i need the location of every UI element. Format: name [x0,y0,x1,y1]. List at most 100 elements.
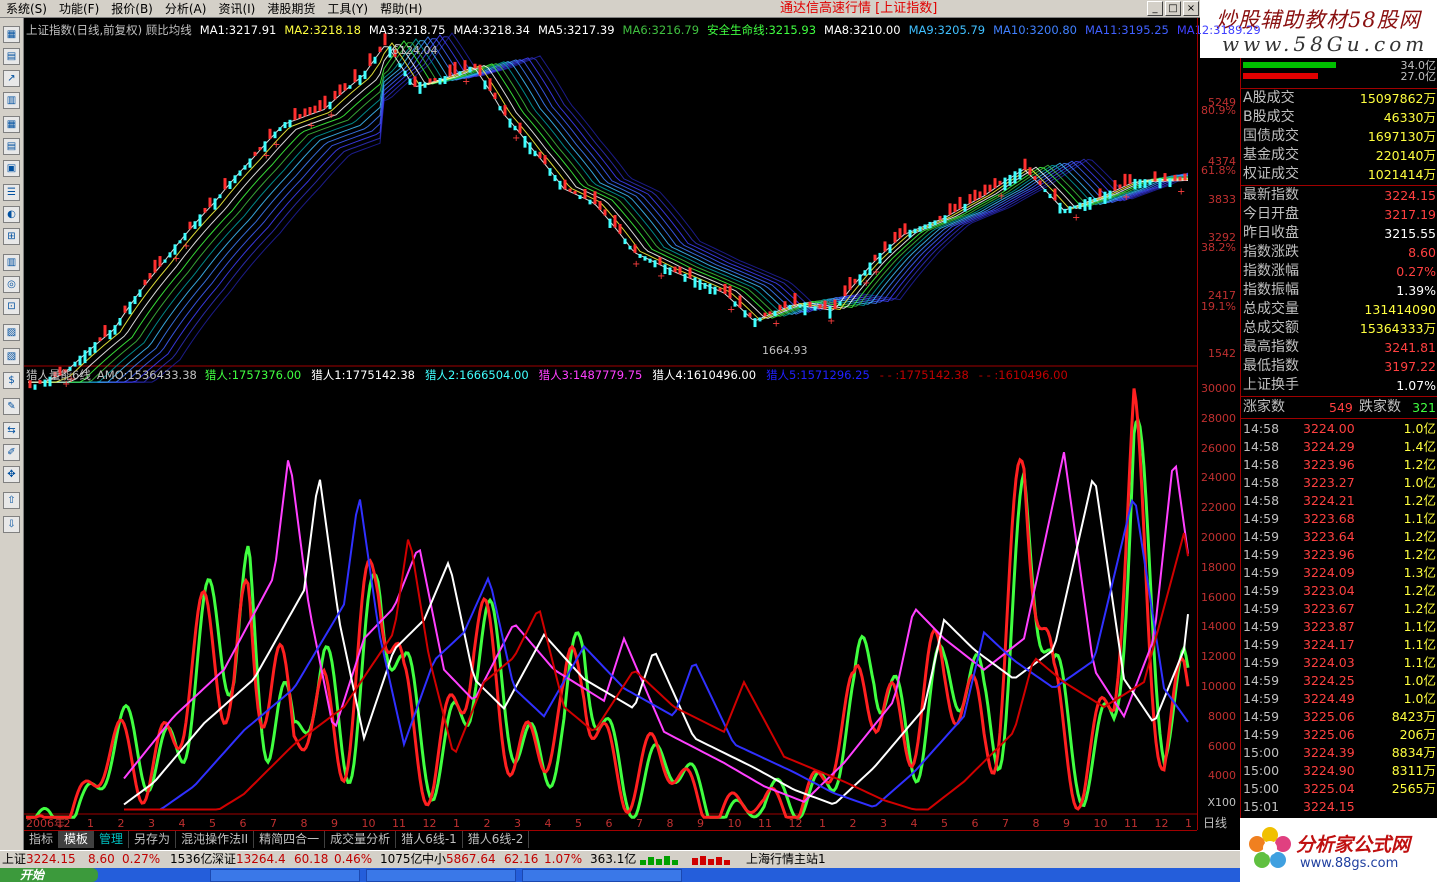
minimize-button[interactable]: _ [1147,1,1163,16]
row-label: B股成交 [1243,109,1295,125]
tick-time: 14:59 [1243,673,1280,688]
price-candle [443,76,447,84]
tick-price: 3223.67 [1303,601,1355,616]
price-candle [78,355,82,366]
toolbar-button-icon[interactable]: ▦ [3,116,20,133]
tab-indicator[interactable]: 成交量分析 [325,831,397,848]
date-axis-label: 3 [514,817,521,830]
price-candle [833,299,837,310]
taskbar-item[interactable] [522,869,682,882]
summary-bar-fill [1243,73,1318,79]
maximize-button[interactable]: □ [1165,1,1181,16]
tab-indicator[interactable]: 模板 [59,831,95,848]
tick-volume: 1.3亿 [1403,565,1436,580]
toolbar-button-icon[interactable]: ◎ [3,276,20,293]
indicator-tabs: 指标 模板 管理 另存为 混沌操作法II 精简四合一 成交量分析 猎人6线-1 猎人6线-2 [24,830,1197,848]
toolbar-button-icon[interactable]: ⇆ [3,422,20,439]
menu-item[interactable]: 港股期货 [261,0,321,18]
menu-item[interactable]: 工具(Y) [321,0,374,18]
tab-indicator[interactable]: 猎人6线-1 [396,831,463,848]
menu-item[interactable]: 分析(A) [159,0,213,18]
toolbar-button-icon[interactable]: ▤ [3,48,20,65]
close-button[interactable]: × [1183,1,1199,16]
toolbar-button-icon[interactable]: ✐ [3,444,20,461]
price-candle [628,245,632,250]
tick-price: 3225.06 [1303,709,1355,724]
tab-indicator[interactable]: 另存为 [129,831,177,848]
price-candle [903,223,907,235]
tick-row: 14:59 3223.67 1.2亿 [1243,600,1436,618]
menu-item[interactable]: 系统(S) [0,0,53,18]
tick-time: 14:58 [1243,457,1280,472]
toolbar-button-icon[interactable]: ▤ [3,138,20,155]
price-candle [98,337,102,342]
toolbar-button-icon[interactable]: ▦ [3,26,20,43]
ma-legend-item: MA4:3218.34 [453,23,530,37]
toolbar-button-icon[interactable]: ⊞ [3,228,20,245]
toolbar-button-icon[interactable]: ⇩ [3,516,20,533]
toolbar-button-icon[interactable]: ▥ [3,254,20,271]
chart-canvas[interactable]: ++++++++++++++ ++++++ +6124.041664.932006年… [24,18,1197,830]
volume-row: 国债成交 1697130万 [1243,127,1436,146]
row-value: 46330万 [1383,110,1436,125]
tab-indicator[interactable]: 精简四合一 [254,831,326,848]
chart-area[interactable]: + + + + + + + + + + + + + + + + + + + + +6124.04 1664.93 2006年… [24,18,1261,830]
price-candle [1078,202,1082,210]
toolbar-button-icon[interactable]: ↗ [3,70,20,87]
price-candle [558,180,562,190]
volume-axis-tick: 14000 [1201,620,1236,634]
price-candle [538,151,542,159]
toolbar-button-icon[interactable]: ▣ [3,160,20,177]
toolbar-button-icon[interactable]: ⇧ [3,492,20,509]
toolbar-button-icon[interactable]: ▧ [3,348,20,365]
price-candle [198,214,202,227]
toolbar-button-icon[interactable]: ▨ [3,324,20,341]
tick-time: 14:59 [1243,529,1280,544]
menu-item[interactable]: 报价(B) [105,0,159,18]
toolbar-button-icon[interactable]: $ [3,372,20,389]
tab-indicator[interactable]: 混沌操作法II [176,831,255,848]
taskbar-item[interactable] [366,869,516,882]
toolbar-button-icon[interactable]: ✥ [3,466,20,483]
index-row: 最低指数 3197.22 [1243,357,1436,376]
tick-row: 14:59 3223.64 1.2亿 [1243,528,1436,546]
start-button[interactable]: 开始 [0,868,98,882]
row-value: 15364333万 [1359,321,1436,336]
menu-item[interactable]: 资讯(I) [212,0,261,18]
menu-item[interactable]: 帮助(H) [374,0,428,18]
date-axis-label: 1 [819,817,826,830]
toolbar-button-icon[interactable]: ☰ [3,184,20,201]
price-candle [983,184,987,196]
price-axis-tick: 61.8% [1201,164,1236,177]
toolbar-button-icon[interactable]: ▥ [3,92,20,109]
taskbar-item[interactable] [210,869,360,882]
date-axis-label: 2 [118,817,125,830]
date-axis-label: 6 [972,817,979,830]
row-value: 8.60 [1408,245,1436,260]
price-candle [913,228,917,234]
date-axis-label: 9 [1063,817,1070,830]
toolbar-button-icon[interactable]: ⊡ [3,298,20,315]
toolbar-button-icon[interactable]: ✎ [3,398,20,415]
price-candle [138,289,142,297]
ma-legend-item: MA9:3205.79 [908,23,986,37]
toolbar-button-icon[interactable]: ◐ [3,206,20,223]
ma-legend-item: MA1:3217.91 [199,23,277,37]
tab-indicator[interactable]: 猎人6线-2 [463,831,530,848]
tick-price: 3223.68 [1303,511,1355,526]
price-candle [378,46,382,52]
index-row: 指数涨跌 8.60 [1243,243,1436,262]
price-candle [783,301,787,309]
price-candle [428,78,432,83]
volume-axis-tick: 16000 [1201,590,1236,604]
top-chart-header: 上证指数(日线,前复权) 顾比均线 MA1:3217.91 MA2:3218.18 M… [26,23,1269,37]
moving-average-line [28,32,1189,383]
footer-logo-title: 分析家公式网 [1296,834,1411,856]
tab-indicator[interactable]: 管理 [94,831,130,848]
tick-row: 15:01 3224.15 [1243,798,1436,816]
tab-indicator[interactable]: 指标 [24,831,60,848]
price-candle [893,231,897,243]
menu-item[interactable]: 功能(F) [53,0,105,18]
price-candle [823,300,827,310]
price-candle [803,302,807,316]
